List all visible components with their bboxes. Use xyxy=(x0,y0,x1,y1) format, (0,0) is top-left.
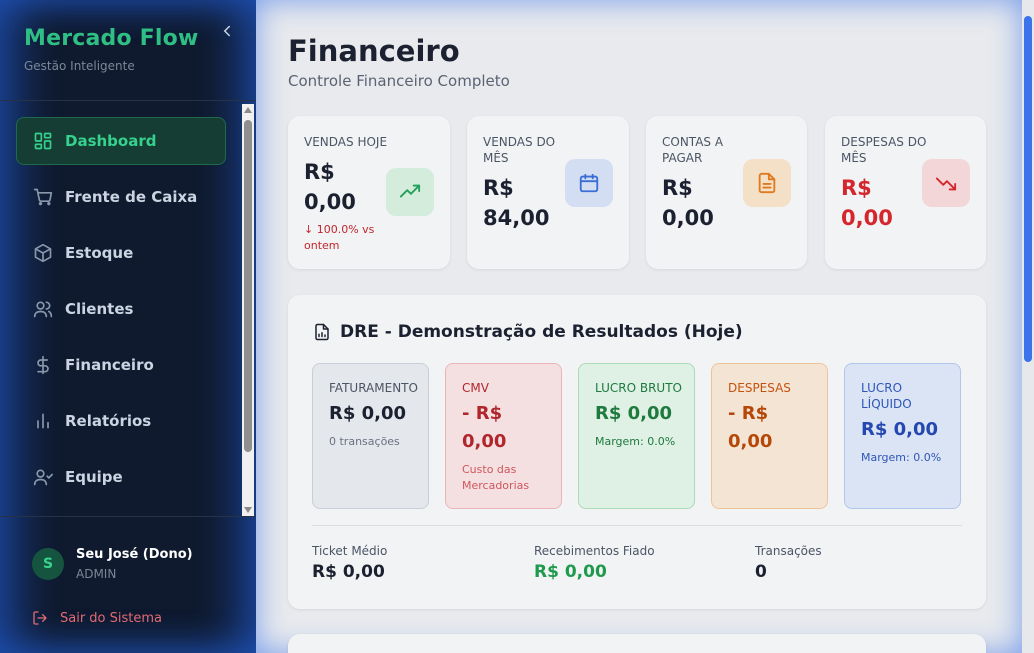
sidebar-item-relatorios[interactable]: Relatórios xyxy=(16,397,226,445)
dre-box-cmv: CMV - R$ 0,00 Custo das Mercadorias xyxy=(445,363,562,509)
kpi-value-currency: R$ xyxy=(662,176,693,200)
sidebar-item-equipe[interactable]: Equipe xyxy=(16,453,226,501)
logout-button[interactable]: Sair do Sistema xyxy=(32,610,162,626)
sidebar-item-label: Frente de Caixa xyxy=(65,188,198,206)
sidebar-scrollbar[interactable] xyxy=(242,104,254,516)
kpi-value: 0,00 xyxy=(662,206,714,230)
recebimentos-fiado-value: R$ 0,00 xyxy=(534,562,607,582)
sidebar-bottom-divider xyxy=(0,516,256,517)
scroll-down-arrow-icon[interactable] xyxy=(244,507,252,513)
transacoes-label: Transações xyxy=(755,544,822,558)
kpi-label: VENDAS DO MÊS xyxy=(483,135,556,165)
kpi-card-vendas-hoje: VENDAS HOJE R$ 0,00 ↓ 100.0% vs ontem xyxy=(288,116,450,269)
team-icon xyxy=(33,467,53,487)
logout-label: Sair do Sistema xyxy=(60,610,163,626)
main-content: Financeiro Controle Financeiro Completo … xyxy=(256,0,1022,653)
box-icon xyxy=(33,243,53,263)
sidebar-item-label: Clientes xyxy=(65,300,134,318)
sidebar-item-label: Dashboard xyxy=(65,132,157,150)
dre-box-faturamento: FATURAMENTO R$ 0,00 0 transações xyxy=(312,363,429,509)
dre-box-note: Margem: 0.0% xyxy=(861,451,942,464)
brand-subtitle: Gestão Inteligente xyxy=(24,59,135,73)
dre-card: DRE - Demonstração de Resultados (Hoje) … xyxy=(288,295,986,609)
sidebar-item-frente-de-caixa[interactable]: Frente de Caixa xyxy=(16,173,226,221)
avatar: S xyxy=(32,548,64,580)
kpi-trend: ↓ 100.0% vs ontem xyxy=(304,223,375,252)
next-section-card xyxy=(288,634,986,653)
dre-title: DRE - Demonstração de Resultados (Hoje) xyxy=(340,322,743,342)
trending-up-icon xyxy=(386,168,434,216)
dre-box-note: Margem: 0.0% xyxy=(595,435,676,448)
sidebar: Mercado Flow Gestão Inteligente Dashboar… xyxy=(0,0,256,653)
dre-divider xyxy=(312,525,962,526)
sidebar-item-clientes[interactable]: Clientes xyxy=(16,285,226,333)
document-icon xyxy=(743,159,791,207)
dre-box-lucro-bruto: LUCRO BRUTO R$ 0,00 Margem: 0.0% xyxy=(578,363,695,509)
brand-title: Mercado Flow xyxy=(24,26,199,51)
calendar-icon xyxy=(565,159,613,207)
kpi-card-contas-a-pagar: CONTAS A PAGAR R$ 0,00 xyxy=(646,116,807,269)
kpi-card-despesas-mes: DESPESAS DO MÊS R$ 0,00 xyxy=(825,116,986,269)
sidebar-item-label: Financeiro xyxy=(65,356,154,374)
dre-box-label: DESPESAS xyxy=(728,381,791,395)
page-title: Financeiro xyxy=(288,34,460,68)
dre-box-label: FATURAMENTO xyxy=(329,381,418,395)
page-scroll-thumb[interactable] xyxy=(1024,16,1032,362)
dre-box-value: 0,00 xyxy=(462,431,507,452)
dre-box-despesas: DESPESAS - R$ 0,00 xyxy=(711,363,828,509)
dre-box-lucro-liquido: LUCRO LÍQUIDO R$ 0,00 Margem: 0.0% xyxy=(844,363,961,509)
dre-box-value: 0,00 xyxy=(728,431,773,452)
dre-box-value-sign: - R$ xyxy=(462,403,503,424)
dre-box-label: LUCRO BRUTO xyxy=(595,381,682,395)
kpi-value-currency: R$ xyxy=(841,176,872,200)
dre-box-value: R$ 0,00 xyxy=(861,419,939,440)
ticket-medio-label: Ticket Médio xyxy=(312,544,388,558)
dre-box-label: CMV xyxy=(462,381,489,395)
dre-box-label: LUCRO LÍQUIDO xyxy=(861,381,912,411)
kpi-label: DESPESAS DO MÊS xyxy=(841,135,927,165)
kpi-value-currency: R$ xyxy=(483,176,514,200)
dre-box-value-sign: - R$ xyxy=(728,403,769,424)
kpi-label: VENDAS HOJE xyxy=(304,135,388,149)
logout-icon xyxy=(32,610,48,626)
sidebar-item-label: Relatórios xyxy=(65,412,152,430)
dre-box-note: Custo das Mercadorias xyxy=(462,463,530,492)
page-scrollbar[interactable] xyxy=(1022,0,1034,653)
users-icon xyxy=(33,299,53,319)
chevron-left-icon[interactable] xyxy=(218,22,236,40)
user-name: Seu José (Dono) xyxy=(76,547,193,562)
dre-box-value: R$ 0,00 xyxy=(595,403,673,424)
dre-box-note: 0 transações xyxy=(329,435,400,448)
dollar-icon xyxy=(33,355,53,375)
dre-box-value: R$ 0,00 xyxy=(329,403,407,424)
transacoes-value: 0 xyxy=(755,562,767,582)
trending-down-icon xyxy=(922,159,970,207)
brand: Mercado Flow Gestão Inteligente xyxy=(24,26,198,73)
kpi-value: 0,00 xyxy=(304,190,356,214)
recebimentos-fiado-label: Recebimentos Fiado xyxy=(534,544,655,558)
scroll-thumb[interactable] xyxy=(244,120,252,452)
cart-icon xyxy=(33,187,53,207)
file-chart-icon xyxy=(313,323,331,341)
ticket-medio-value: R$ 0,00 xyxy=(312,562,385,582)
scroll-up-arrow-icon[interactable] xyxy=(244,107,252,113)
page-subtitle: Controle Financeiro Completo xyxy=(288,72,510,90)
sidebar-divider xyxy=(0,100,256,101)
kpi-value: 0,00 xyxy=(841,206,893,230)
bar-chart-icon xyxy=(33,411,53,431)
kpi-label: CONTAS A PAGAR xyxy=(662,135,724,165)
sidebar-item-estoque[interactable]: Estoque xyxy=(16,229,226,277)
sidebar-item-financeiro[interactable]: Financeiro xyxy=(16,341,226,389)
sidebar-item-dashboard[interactable]: Dashboard xyxy=(16,117,226,165)
dashboard-icon xyxy=(33,131,53,151)
sidebar-nav: Dashboard Frente de Caixa Estoque Client… xyxy=(16,117,226,509)
sidebar-item-label: Equipe xyxy=(65,468,123,486)
sidebar-item-label: Estoque xyxy=(65,244,134,262)
kpi-value-currency: R$ xyxy=(304,160,335,184)
kpi-value: 84,00 xyxy=(483,206,550,230)
kpi-card-vendas-mes: VENDAS DO MÊS R$ 84,00 xyxy=(467,116,629,269)
user-role: ADMIN xyxy=(76,567,117,581)
